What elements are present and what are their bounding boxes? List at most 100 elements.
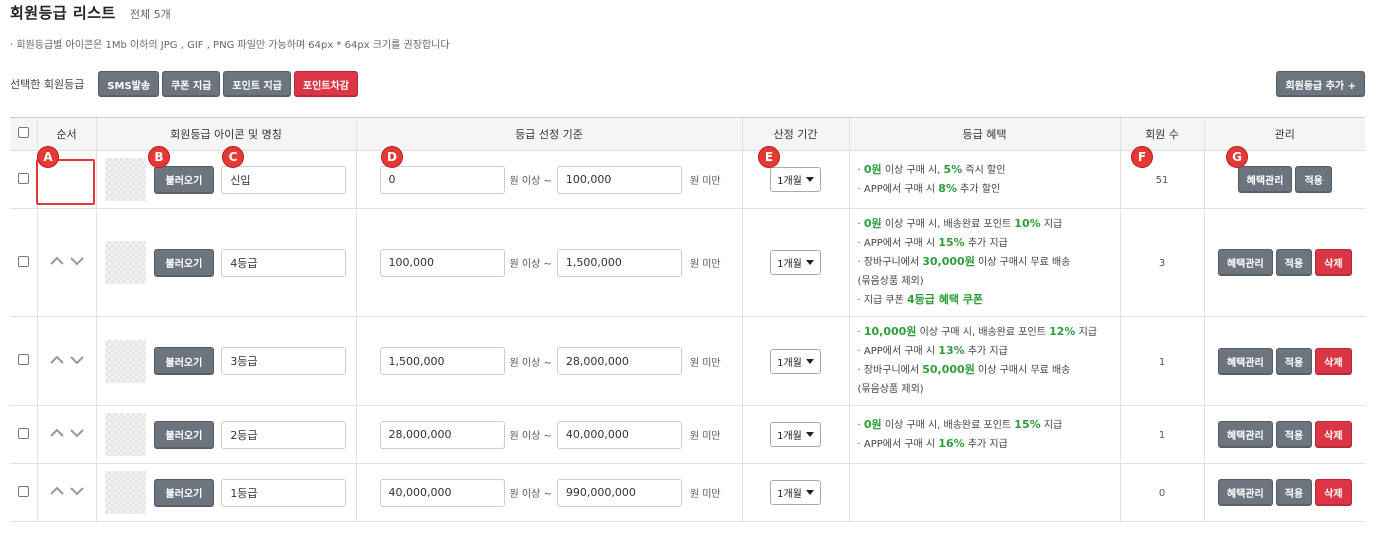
delete-button[interactable]: 삭제 xyxy=(1315,421,1352,448)
row-checkbox[interactable] xyxy=(17,485,29,497)
load-icon-button[interactable]: 불러오기 xyxy=(153,248,215,277)
load-icon-button[interactable]: 불러오기 xyxy=(153,478,215,507)
benefit-line: · APP에서 구매 시 15% 추가 지급 xyxy=(858,234,1112,253)
chevron-down-icon xyxy=(805,260,814,265)
apply-button[interactable]: 적용 xyxy=(1275,479,1313,506)
delete-button[interactable]: 삭제 xyxy=(1315,249,1352,276)
row-checkbox[interactable] xyxy=(17,255,29,267)
benefit-manage-button[interactable]: 혜택관리 xyxy=(1217,347,1273,375)
benefits-cell: · 0원 이상 구매 시, 배송완료 포인트 15% 지급 · APP에서 구매 … xyxy=(848,405,1120,464)
annotation-marker-b: B xyxy=(148,146,170,168)
reorder-arrows xyxy=(49,486,84,496)
load-icon-button[interactable]: 불러오기 xyxy=(153,347,215,375)
move-down-icon[interactable] xyxy=(69,256,84,266)
move-up-icon[interactable] xyxy=(49,486,64,496)
load-icon-button[interactable]: 불러오기 xyxy=(153,165,215,194)
below-label: 원 미만 xyxy=(689,431,721,442)
benefit-line: (묶음상품 제외) xyxy=(858,380,1112,399)
title-row: 회원등급 리스트 전체 5개 xyxy=(10,2,171,23)
period-select[interactable]: 1개월 xyxy=(770,480,821,505)
icon-name-cell: 불러오기 4등급 xyxy=(95,208,356,317)
min-amount-input[interactable]: 28,000,000 xyxy=(379,420,505,449)
grade-icon-thumbnail xyxy=(104,158,146,201)
grade-name-input[interactable]: 신입 xyxy=(221,165,347,194)
member-count: 1 xyxy=(1158,356,1166,368)
icon-name-cell: 불러오기 3등급 xyxy=(95,316,356,406)
min-amount-input[interactable]: 0 xyxy=(379,165,505,194)
coupon-button[interactable]: 쿠폰 지급 xyxy=(162,71,221,97)
max-amount-input[interactable]: 1,500,000 xyxy=(556,248,682,277)
row-checkbox[interactable] xyxy=(17,172,29,184)
period-select[interactable]: 1개월 xyxy=(770,250,821,275)
benefit-text: 이상 구매시 무료 배송 xyxy=(974,257,1071,268)
apply-button[interactable]: 적용 xyxy=(1295,166,1332,193)
period-select[interactable]: 1개월 xyxy=(770,348,821,374)
move-down-icon[interactable] xyxy=(69,355,84,365)
chevron-down-icon xyxy=(805,177,814,182)
min-amount-input[interactable]: 1,500,000 xyxy=(379,347,505,375)
apply-button[interactable]: 적용 xyxy=(1275,347,1313,375)
point-give-button[interactable]: 포인트 지급 xyxy=(223,71,291,97)
benefit-manage-button[interactable]: 혜택관리 xyxy=(1217,421,1273,448)
member-count: 0 xyxy=(1158,488,1166,499)
annotation-marker-d: D xyxy=(381,146,403,168)
header-check xyxy=(10,117,37,151)
order-cell xyxy=(36,208,96,317)
benefit-line: · APP에서 구매 시 13% 추가 지급 xyxy=(858,342,1112,361)
delete-button[interactable]: 삭제 xyxy=(1315,347,1352,375)
manage-cell: 혜택관리 적용 삭제 xyxy=(1203,316,1365,406)
row-check-cell xyxy=(10,405,37,464)
min-amount-input[interactable]: 100,000 xyxy=(379,248,505,277)
load-icon-button[interactable]: 불러오기 xyxy=(153,420,215,449)
benefit-text: · 장바구니에서 xyxy=(857,365,923,376)
benefit-manage-button[interactable]: 혜택관리 xyxy=(1237,166,1293,193)
point-deduct-button[interactable]: 포인트차감 xyxy=(293,71,358,97)
period-select[interactable]: 1개월 xyxy=(770,422,821,447)
row-checkbox[interactable] xyxy=(17,354,29,365)
benefit-manage-button[interactable]: 혜택관리 xyxy=(1217,249,1273,276)
period-select[interactable]: 1개월 xyxy=(770,167,821,192)
chevron-down-icon xyxy=(805,358,814,364)
grade-icon-thumbnail xyxy=(104,241,146,284)
move-up-icon[interactable] xyxy=(49,355,64,365)
max-amount-input[interactable]: 100,000 xyxy=(556,165,682,194)
sms-button[interactable]: SMS발송 xyxy=(98,71,160,97)
icon-name-cell: 불러오기 1등급 xyxy=(95,463,356,522)
add-grade-button[interactable]: 회원등급 추가 + xyxy=(1276,71,1365,97)
benefit-highlight: 0원 xyxy=(863,217,882,230)
manage-cell: 혜택관리 적용 삭제 xyxy=(1203,208,1365,317)
criteria-cell: 100,000 원 이상 ~ 1,500,000 원 미만 xyxy=(355,208,742,317)
grade-name-input[interactable]: 4등급 xyxy=(221,248,347,277)
member-count-cell: 0 xyxy=(1119,463,1204,522)
move-up-icon[interactable] xyxy=(49,428,64,438)
benefit-manage-button[interactable]: 혜택관리 xyxy=(1217,479,1273,506)
max-amount-input[interactable]: 40,000,000 xyxy=(556,420,682,449)
icon-notice: · 회원등급별 아이콘은 1Mb 이하의 JPG , GIF , PNG 파일만… xyxy=(10,40,450,51)
toolbar: 선택한 회원등급 SMS발송 쿠폰 지급 포인트 지급 포인트차감 회원등급 추… xyxy=(10,71,1365,97)
move-down-icon[interactable] xyxy=(69,428,84,438)
grade-name-input[interactable]: 1등급 xyxy=(221,478,347,507)
select-all-checkbox[interactable] xyxy=(17,127,29,138)
benefit-text: 지급 xyxy=(1075,327,1098,338)
benefit-highlight: 4등급 혜택 쿠폰 xyxy=(907,293,984,306)
move-up-icon[interactable] xyxy=(49,256,64,266)
grade-name-input[interactable]: 2등급 xyxy=(221,420,347,449)
max-amount-input[interactable]: 28,000,000 xyxy=(556,347,682,375)
min-amount-input[interactable]: 40,000,000 xyxy=(379,478,505,507)
benefits-cell: · 10,000원 이상 구매 시, 배송완료 포인트 12% 지급 · APP에… xyxy=(848,316,1120,406)
delete-button[interactable]: 삭제 xyxy=(1315,479,1352,506)
benefit-list: · 0원 이상 구매 시, 5% 즉시 할인 · APP에서 구매 시 8% 추가… xyxy=(850,155,1120,205)
max-amount-input[interactable]: 990,000,000 xyxy=(556,478,682,507)
row-checkbox[interactable] xyxy=(17,427,29,439)
apply-button[interactable]: 적용 xyxy=(1275,249,1313,276)
benefit-text: 이상 구매 시, 배송완료 포인트 xyxy=(916,327,1050,338)
grade-name-input[interactable]: 3등급 xyxy=(221,347,347,375)
apply-button[interactable]: 적용 xyxy=(1275,421,1313,448)
period-cell: 1개월 xyxy=(741,463,849,522)
above-label: 원 이상 ~ xyxy=(509,259,552,270)
move-down-icon[interactable] xyxy=(69,486,84,496)
benefit-text: (묶음상품 제외) xyxy=(857,384,924,395)
benefit-text: 이상 구매 시, 배송완료 포인트 xyxy=(881,219,1015,230)
benefit-text: (묶음상품 제외) xyxy=(857,276,924,287)
row-check-cell xyxy=(10,316,37,406)
